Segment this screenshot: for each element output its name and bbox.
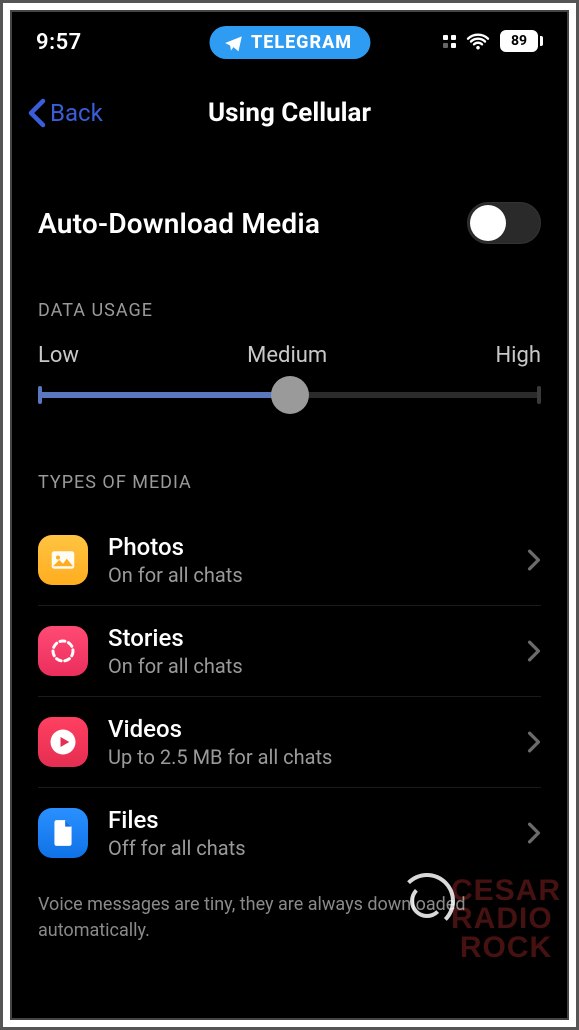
data-usage-slider-labels: Low Medium High bbox=[38, 343, 541, 368]
footer-note: Voice messages are tiny, they are always… bbox=[38, 878, 541, 944]
status-bar: 9:57 89 bbox=[12, 12, 567, 68]
media-subtitle: On for all chats bbox=[108, 654, 507, 678]
media-row-photos[interactable]: PhotosOn for all chats bbox=[38, 515, 541, 606]
data-usage-header: DATA USAGE bbox=[38, 300, 541, 321]
stories-icon bbox=[38, 626, 88, 676]
media-subtitle: Up to 2.5 MB for all chats bbox=[108, 745, 507, 769]
media-title: Videos bbox=[108, 715, 507, 743]
back-label: Back bbox=[50, 99, 103, 127]
chevron-right-icon bbox=[527, 640, 541, 662]
media-subtitle: Off for all chats bbox=[108, 836, 507, 860]
status-time: 9:57 bbox=[36, 30, 82, 55]
media-row-stories[interactable]: StoriesOn for all chats bbox=[38, 606, 541, 697]
photos-icon bbox=[38, 535, 88, 585]
back-button[interactable]: Back bbox=[12, 98, 103, 128]
videos-icon bbox=[38, 717, 88, 767]
media-title: Stories bbox=[108, 624, 507, 652]
media-subtitle: On for all chats bbox=[108, 563, 507, 587]
chevron-right-icon bbox=[527, 549, 541, 571]
chevron-right-icon bbox=[527, 822, 541, 844]
media-row-files[interactable]: FilesOff for all chats bbox=[38, 788, 541, 878]
auto-download-label: Auto-Download Media bbox=[38, 207, 320, 240]
types-of-media-header: TYPES OF MEDIA bbox=[38, 472, 541, 493]
battery-indicator: 89 bbox=[500, 30, 543, 52]
slider-handle[interactable] bbox=[271, 376, 309, 414]
auto-download-toggle[interactable] bbox=[467, 202, 541, 244]
media-title: Files bbox=[108, 806, 507, 834]
chevron-left-icon bbox=[28, 98, 46, 128]
auto-download-row: Auto-Download Media bbox=[38, 172, 541, 280]
nav-bar: Back Using Cellular bbox=[12, 90, 567, 136]
slider-label-high: High bbox=[495, 343, 541, 368]
data-usage-slider[interactable] bbox=[38, 392, 541, 398]
battery-percent: 89 bbox=[511, 33, 527, 49]
slider-label-low: Low bbox=[38, 343, 79, 368]
media-title: Photos bbox=[108, 533, 507, 561]
chevron-right-icon bbox=[527, 731, 541, 753]
files-icon bbox=[38, 808, 88, 858]
wifi-icon bbox=[466, 32, 490, 50]
media-row-videos[interactable]: VideosUp to 2.5 MB for all chats bbox=[38, 697, 541, 788]
cellular-signal-icon bbox=[443, 35, 456, 48]
slider-label-medium: Medium bbox=[247, 343, 327, 368]
